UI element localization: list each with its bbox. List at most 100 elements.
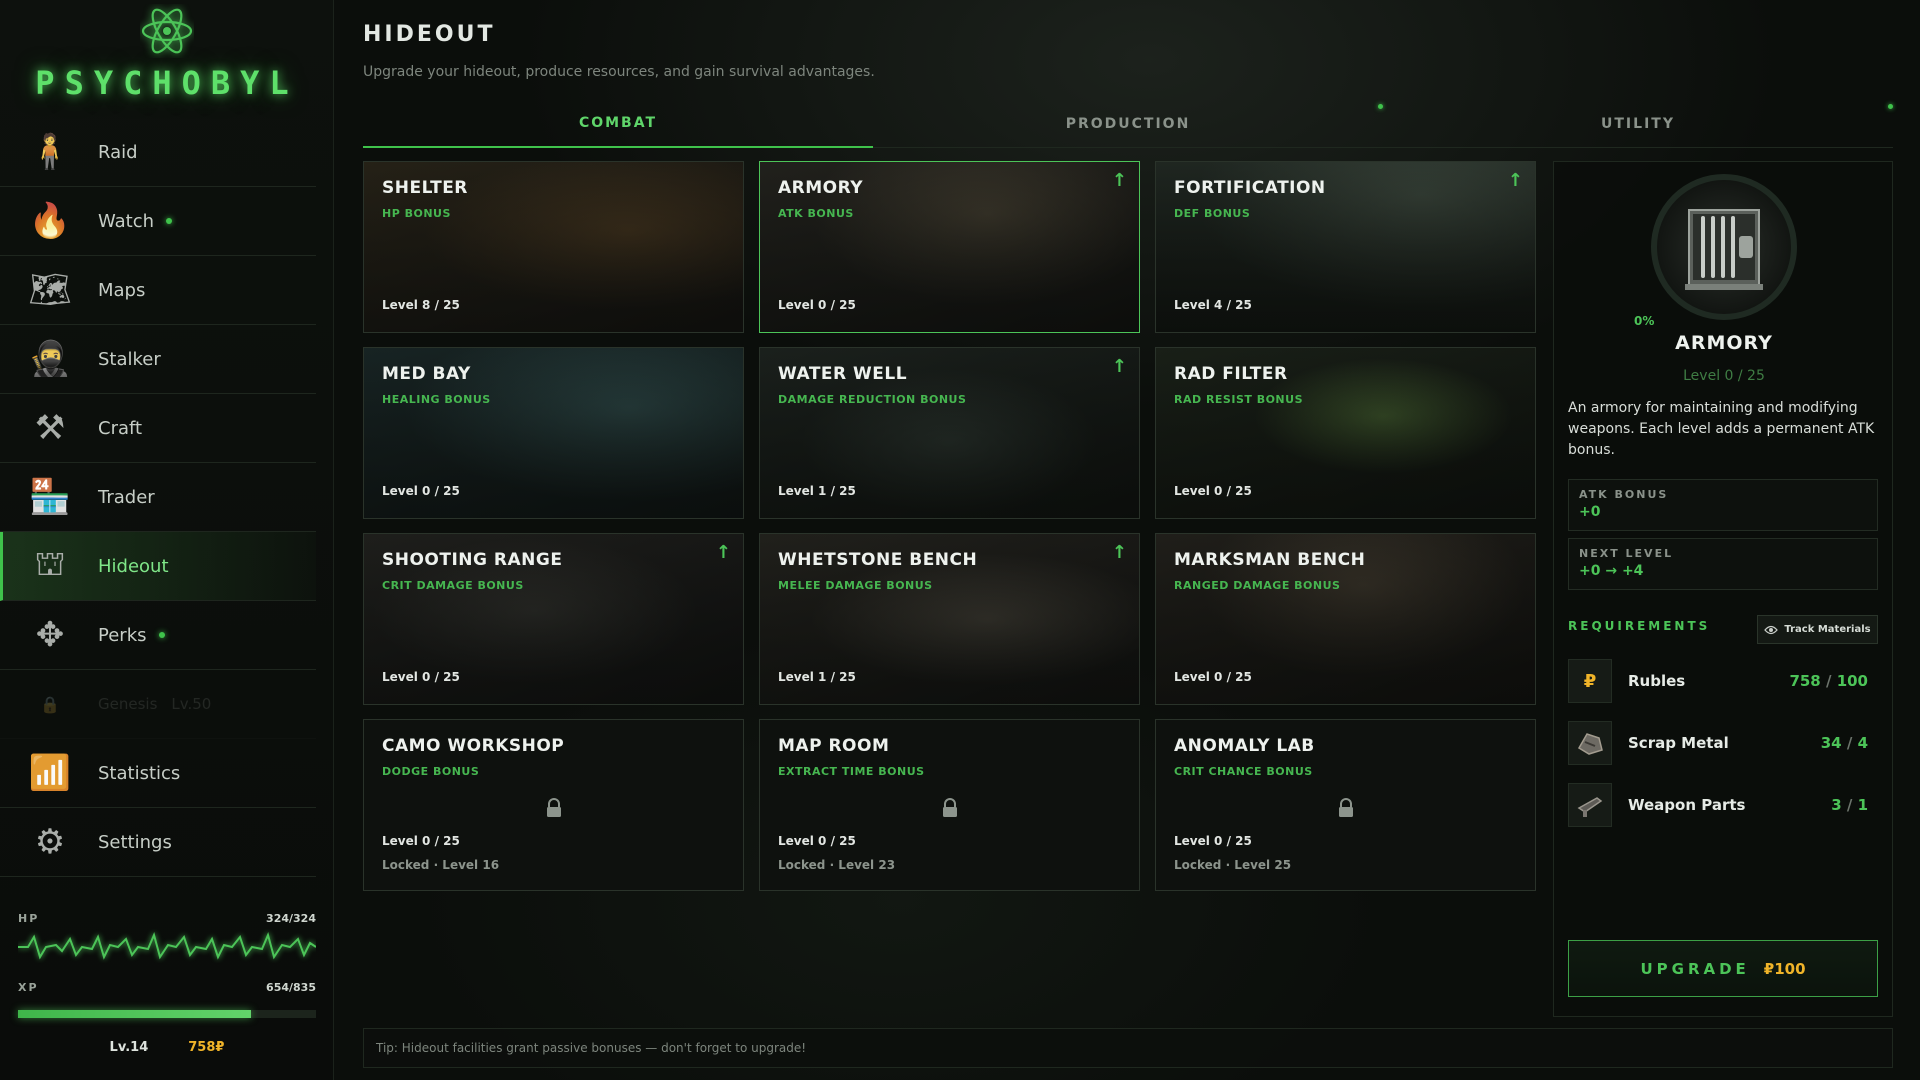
facility-level: Level 0 / 25 (1174, 670, 1252, 684)
weapon-rack-icon (1685, 209, 1763, 290)
requirement-amount: 3 / 1 (1831, 796, 1868, 814)
facility-name: MED BAY (382, 364, 471, 384)
ruble-icon: ₽ (1568, 659, 1612, 703)
main-content: HIDEOUT Upgrade your hideout, produce re… (363, 0, 1893, 1080)
facility-lock-requirement: Locked · Level 25 (1174, 858, 1292, 872)
facility-card-fortification[interactable]: FORTIFICATION DEF BONUS Level 4 / 25 ↑ (1155, 161, 1536, 333)
sidebar: PSYCHOBYL 🧍 Raid 🔥 Watch 🗺 Maps 🥷 Stalker ⚒ Craft… (0, 0, 334, 1080)
facility-card-map-room[interactable]: MAP ROOM EXTRACT TIME BONUS Level 0 / 25 Lo… (759, 719, 1140, 891)
tab-utility[interactable]: UTILITY (1383, 100, 1893, 148)
xp-progress-bar (18, 1010, 316, 1018)
requirement-amount: 758 / 100 (1789, 672, 1868, 690)
facility-card-shelter[interactable]: SHELTER HP BONUS Level 8 / 25 (363, 161, 744, 333)
sidebar-item-label: Genesis (98, 695, 158, 713)
current-bonus-box: ATK BONUS +0 (1568, 479, 1878, 531)
map-icon: 🗺 (28, 270, 72, 310)
tab-production[interactable]: PRODUCTION (873, 100, 1383, 148)
detail-facility-name: ARMORY (1675, 332, 1773, 354)
lock-icon (1338, 798, 1353, 817)
facility-name: FORTIFICATION (1174, 178, 1326, 198)
bar-chart-icon: 📶 (28, 753, 72, 793)
upgrade-label: UPGRADE (1640, 959, 1750, 978)
detail-description: An armory for maintaining and modifying … (1568, 400, 1875, 458)
weapon-parts-icon (1568, 783, 1612, 827)
requirement-have: 3 (1831, 796, 1842, 814)
facility-lock-requirement: Locked · Level 23 (778, 858, 896, 872)
facility-card-armory[interactable]: ARMORY ATK BONUS Level 0 / 25 ↑ (759, 161, 1140, 333)
facility-card-camo-workshop[interactable]: CAMO WORKSHOP DODGE BONUS Level 0 / 25 Lock… (363, 719, 744, 891)
notification-dot (1888, 104, 1893, 109)
requirement-row-rubles: ₽ Rubles 758 / 100 (1568, 657, 1878, 705)
next-level-box: NEXT LEVEL +0 → +4 (1568, 538, 1878, 590)
requirement-separator: / (1841, 734, 1858, 752)
tip-bar: Tip: Hideout facilities grant passive bo… (363, 1028, 1893, 1068)
facility-bonus: MELEE DAMAGE BONUS (778, 579, 933, 592)
next-level-label: NEXT LEVEL (1579, 547, 1674, 560)
facility-level: Level 1 / 25 (778, 670, 856, 684)
facility-card-water-well[interactable]: WATER WELL DAMAGE REDUCTION BONUS Level 1 … (759, 347, 1140, 519)
requirement-have: 34 (1820, 734, 1842, 752)
facility-bonus: CRIT DAMAGE BONUS (382, 579, 524, 592)
track-materials-button[interactable]: Track Materials (1757, 615, 1878, 644)
bunker-icon: ⛫ (34, 543, 66, 584)
facility-card-med-bay[interactable]: MED BAY HEALING BONUS Level 0 / 25 (363, 347, 744, 519)
facility-name: SHOOTING RANGE (382, 550, 563, 570)
upgrade-cost: ₽100 (1763, 959, 1806, 978)
sidebar-item-label: Watch (98, 210, 155, 232)
gear-icon: ⚙ (34, 822, 66, 862)
facility-detail-panel: 0% ARMORY Level 0 / 25 An armory for mai… (1553, 161, 1893, 1017)
page-subtitle: Upgrade your hideout, produce resources,… (363, 64, 875, 80)
sidebar-item-label: Maps (98, 279, 146, 301)
atom-logo-icon (141, 8, 193, 54)
level-currency-row: Lv.14 758₽ (18, 1040, 316, 1055)
requirement-name: Scrap Metal (1628, 734, 1729, 752)
category-tabs: COMBAT PRODUCTION UTILITY (363, 100, 1893, 148)
sidebar-item-craft[interactable]: ⚒ Craft (0, 394, 316, 463)
sidebar-item-settings[interactable]: ⚙ Settings (0, 808, 316, 877)
hooded-stalker-icon: 🥷 (28, 339, 72, 379)
facility-card-marksman-bench[interactable]: MARKSMAN BENCH RANGED DAMAGE BONUS Level 0… (1155, 533, 1536, 705)
facility-lock-requirement: Locked · Level 16 (382, 858, 500, 872)
sidebar-item-hideout[interactable]: ⛫ Hideout (0, 532, 316, 601)
hp-heartbeat-graph (18, 931, 317, 960)
player-rubles: 758₽ (188, 1040, 225, 1055)
facility-card-shooting-range[interactable]: SHOOTING RANGE CRIT DAMAGE BONUS Level 0 /… (363, 533, 744, 705)
requirement-need: 1 (1857, 796, 1868, 814)
facility-grid: SHELTER HP BONUS Level 8 / 25 ARMORY ATK BON… (363, 161, 1537, 891)
facility-bonus: DAMAGE REDUCTION BONUS (778, 393, 967, 406)
sidebar-item-trader[interactable]: 🏪 Trader (0, 463, 316, 532)
facility-card-anomaly-lab[interactable]: ANOMALY LAB CRIT CHANCE BONUS Level 0 / 25… (1155, 719, 1536, 891)
facility-level: Level 0 / 25 (382, 834, 460, 848)
sidebar-item-stalker[interactable]: 🥷 Stalker (0, 325, 316, 394)
facility-level: Level 8 / 25 (382, 298, 460, 312)
sidebar-item-lock-level: Lv.50 (171, 695, 212, 713)
sidebar-item-raid[interactable]: 🧍 Raid (0, 118, 316, 187)
sidebar-item-maps[interactable]: 🗺 Maps (0, 256, 316, 325)
tab-combat[interactable]: COMBAT (363, 100, 873, 148)
sidebar-item-label: Stalker (98, 348, 161, 370)
facility-card-rad-filter[interactable]: RAD FILTER RAD RESIST BONUS Level 0 / 25 (1155, 347, 1536, 519)
upgrade-button[interactable]: UPGRADE ₽100 (1568, 940, 1878, 997)
next-level-value: +0 → +4 (1579, 563, 1644, 579)
sidebar-item-statistics[interactable]: 📶 Statistics (0, 739, 316, 808)
facility-name: WATER WELL (778, 364, 908, 384)
requirement-name: Rubles (1628, 672, 1686, 690)
sidebar-item-watch[interactable]: 🔥 Watch (0, 187, 316, 256)
current-bonus-label: ATK BONUS (1579, 488, 1669, 501)
facility-name: MARKSMAN BENCH (1174, 550, 1366, 570)
facility-bonus: CRIT CHANCE BONUS (1174, 765, 1313, 778)
facility-card-whetstone-bench[interactable]: WHETSTONE BENCH MELEE DAMAGE BONUS Level 1… (759, 533, 1140, 705)
facility-name: MAP ROOM (778, 736, 890, 756)
facility-name: RAD FILTER (1174, 364, 1288, 384)
notification-dot (166, 218, 173, 224)
upgrade-progress-percent: 0% (1634, 314, 1655, 328)
player-level: Lv.14 (109, 1040, 149, 1055)
detail-facility-level: Level 0 / 25 (1683, 368, 1765, 384)
requirement-name: Weapon Parts (1628, 796, 1746, 814)
facility-name: CAMO WORKSHOP (382, 736, 565, 756)
hp-row: HP 324/324 (18, 912, 316, 925)
sidebar-item-perks[interactable]: ✥ Perks (0, 601, 316, 670)
facility-bonus: DEF BONUS (1174, 207, 1251, 220)
facility-bonus: DODGE BONUS (382, 765, 480, 778)
upgrade-available-arrow-icon: ↑ (1111, 356, 1127, 377)
